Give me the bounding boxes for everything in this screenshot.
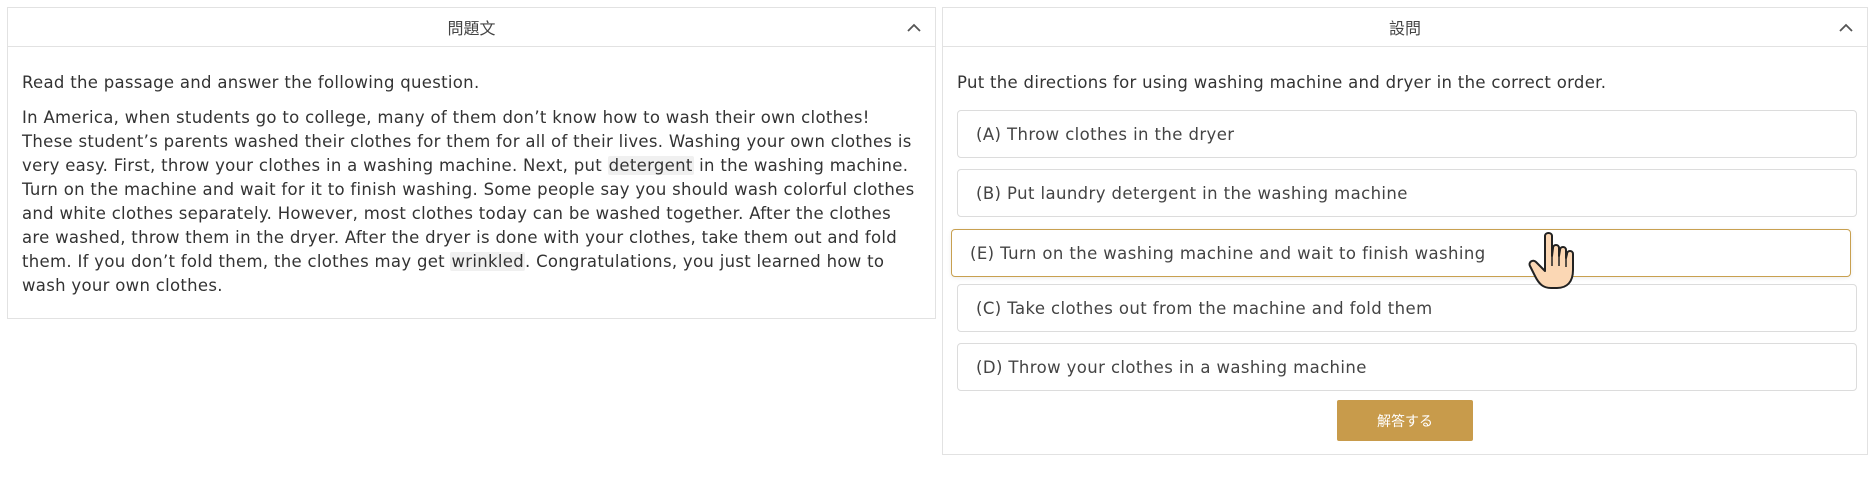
- question-panel-header: 設問: [943, 8, 1867, 47]
- passage-text: In America, when students go to college,…: [22, 106, 922, 298]
- sortable-option[interactable]: (D) Throw your clothes in a washing mach…: [957, 343, 1857, 391]
- chevron-up-icon[interactable]: [905, 18, 923, 36]
- instruction-text: Read the passage and answer the followin…: [22, 73, 480, 92]
- glossary-word-detergent[interactable]: detergent: [607, 156, 694, 175]
- chevron-up-icon[interactable]: [1837, 18, 1855, 36]
- question-text: Put the directions for using washing mac…: [957, 73, 1607, 92]
- question-panel-title: 設問: [1388, 19, 1421, 38]
- passage-panel-title: 問題文: [447, 19, 496, 38]
- passage-panel-header: 問題文: [8, 8, 935, 47]
- glossary-word-wrinkled[interactable]: wrinkled: [450, 252, 525, 271]
- sortable-option[interactable]: (A) Throw clothes in the dryer: [957, 110, 1857, 158]
- sortable-option[interactable]: (C) Take clothes out from the machine an…: [957, 284, 1857, 332]
- submit-answer-button[interactable]: 解答する: [1337, 400, 1473, 441]
- sortable-option-dragging[interactable]: (E) Turn on the washing machine and wait…: [951, 229, 1851, 277]
- sortable-options-list: (A) Throw clothes in the dryer (B) Put l…: [951, 99, 1857, 399]
- question-panel: 設問 Put the directions for using washing …: [942, 7, 1868, 455]
- sortable-option[interactable]: (B) Put laundry detergent in the washing…: [957, 169, 1857, 217]
- passage-panel: 問題文 Read the passage and answer the foll…: [7, 7, 936, 319]
